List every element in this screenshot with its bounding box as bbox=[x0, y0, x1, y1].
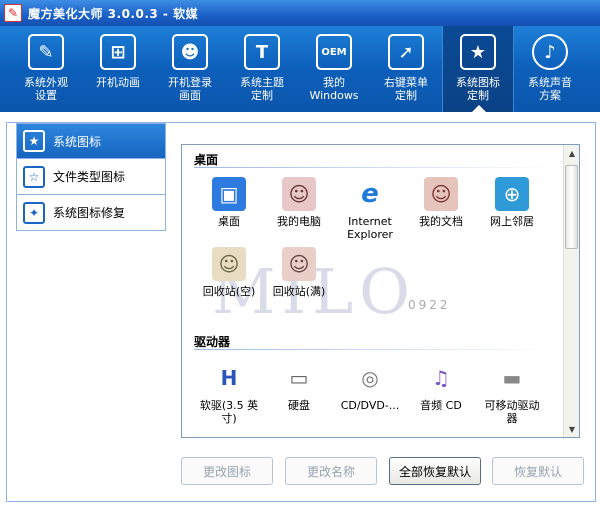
icon-item-my-documents[interactable]: ☺ 我的文档 bbox=[406, 177, 476, 228]
restore-all-button[interactable]: 全部恢复默认 bbox=[389, 457, 481, 485]
wrench-icon: ✦ bbox=[23, 201, 45, 224]
vertical-scrollbar[interactable]: ▲ ▼ bbox=[563, 145, 579, 437]
tool-label: 右键菜单 定制 bbox=[384, 76, 428, 102]
section-divider bbox=[194, 349, 554, 350]
icon-item-cd-dvd[interactable]: ◎ CD/DVD-... bbox=[335, 361, 405, 412]
item-label: 硬盘 bbox=[288, 399, 310, 412]
nav-item-system-icons[interactable]: ★ 系统图标 bbox=[16, 123, 166, 159]
item-label: 回收站(满) bbox=[272, 285, 326, 298]
tool-label: 系统外观 设置 bbox=[24, 76, 68, 102]
item-label: 我的文档 bbox=[419, 215, 463, 228]
tool-context-menu[interactable]: ➚ 右键菜单 定制 bbox=[370, 26, 442, 112]
tool-label: 系统图标 定制 bbox=[456, 76, 500, 102]
nav-item-label: 系统图标修复 bbox=[53, 206, 126, 220]
star-file-icon: ☆ bbox=[23, 165, 45, 188]
network-computer-icon: ⊕ bbox=[495, 177, 529, 211]
cd-drive-icon: ◎ bbox=[361, 366, 379, 390]
icon-item-internet-explorer[interactable]: e Internet Explorer bbox=[335, 177, 405, 241]
main-toolbar: ✎ 系统外观 设置 ⊞ 开机动画 ☻ 开机登录 画面 T 系统主题 定制 OEM… bbox=[0, 26, 600, 113]
tool-appearance[interactable]: ✎ 系统外观 设置 bbox=[10, 26, 82, 112]
tool-label: 系统主题 定制 bbox=[240, 76, 284, 102]
tshirt-icon: T bbox=[244, 34, 280, 70]
title-bar: ✎ 魔方美化大师 3.0.0.3 - 软媒 bbox=[0, 0, 600, 26]
tool-sound-scheme[interactable]: ♪ 系统声音 方案 bbox=[514, 26, 586, 112]
change-name-button[interactable]: 更改名称 bbox=[285, 457, 377, 485]
side-nav: ★ 系统图标 ☆ 文件类型图标 ✦ 系统图标修复 bbox=[16, 123, 166, 231]
removable-drive-icon: ▬ bbox=[502, 366, 522, 390]
section-divider bbox=[194, 167, 554, 168]
item-label: 回收站(空) bbox=[202, 285, 256, 298]
ie-icon: e bbox=[361, 179, 379, 209]
icon-item-hard-disk[interactable]: ▭ 硬盘 bbox=[264, 361, 334, 412]
tool-label: 我的 Windows bbox=[309, 76, 359, 102]
nav-item-label: 系统图标 bbox=[53, 134, 102, 149]
item-label: Internet Explorer bbox=[347, 215, 393, 241]
icon-item-network[interactable]: ⊕ 网上邻居 bbox=[477, 177, 547, 228]
audio-cd-icon: ♫ bbox=[432, 366, 450, 390]
item-label: 桌面 bbox=[218, 215, 240, 228]
anime-avatar-icon: ☺ bbox=[212, 247, 246, 281]
anime-avatar-icon: ☺ bbox=[282, 247, 316, 281]
restore-default-button[interactable]: 恢复默认 bbox=[492, 457, 584, 485]
icon-item-floppy[interactable]: H 软驱(3.5 英 寸) bbox=[194, 361, 264, 425]
tool-theme[interactable]: T 系统主题 定制 bbox=[226, 26, 298, 112]
anime-avatar-icon: ☺ bbox=[282, 177, 316, 211]
change-icon-button[interactable]: 更改图标 bbox=[181, 457, 273, 485]
item-label: 音频 CD bbox=[420, 399, 462, 412]
user-portrait-icon: ☻ bbox=[172, 34, 208, 70]
windows-logo-icon: ⊞ bbox=[100, 34, 136, 70]
item-label: 可移动驱动 器 bbox=[484, 399, 540, 425]
tool-label: 开机动画 bbox=[96, 76, 140, 89]
tool-label: 系统声音 方案 bbox=[528, 76, 572, 102]
section-title-desktop: 桌面 bbox=[194, 153, 219, 167]
window-title: 魔方美化大师 3.0.0.3 - 软媒 bbox=[28, 6, 199, 21]
music-note-icon: ♪ bbox=[532, 34, 568, 70]
icon-item-desktop[interactable]: ▣ 桌面 bbox=[194, 177, 264, 228]
icon-item-recycle-full[interactable]: ☺ 回收站(满) bbox=[264, 247, 334, 298]
icon-item-removable[interactable]: ▬ 可移动驱动 器 bbox=[477, 361, 547, 425]
floppy-drive-icon: H bbox=[220, 366, 238, 390]
anime-avatar-icon: ☺ bbox=[424, 177, 458, 211]
nav-item-label: 文件类型图标 bbox=[53, 170, 126, 184]
icon-item-recycle-empty[interactable]: ☺ 回收站(空) bbox=[194, 247, 264, 298]
icon-item-my-computer[interactable]: ☺ 我的电脑 bbox=[264, 177, 334, 228]
section-title-drives: 驱动器 bbox=[194, 335, 231, 349]
star-frame-icon: ★ bbox=[460, 34, 496, 70]
star-frame-icon: ★ bbox=[23, 130, 45, 152]
tool-system-icons[interactable]: ★ 系统图标 定制 bbox=[442, 26, 514, 113]
icon-item-audio-cd[interactable]: ♫ 音频 CD bbox=[406, 361, 476, 412]
cube-app-icon: ✎ bbox=[4, 4, 22, 22]
item-label: 我的电脑 bbox=[277, 215, 321, 228]
desktop-icon: ▣ bbox=[212, 177, 246, 211]
hard-disk-icon: ▭ bbox=[289, 366, 309, 390]
icon-list-panel: MILO 0922 桌面 ▣ 桌面 ☺ 我的电脑 e Internet Expl… bbox=[181, 144, 580, 438]
tool-my-windows[interactable]: OEM 我的 Windows bbox=[298, 26, 370, 112]
tool-label: 开机登录 画面 bbox=[168, 76, 212, 102]
tool-boot-animation[interactable]: ⊞ 开机动画 bbox=[82, 26, 154, 112]
scroll-thumb[interactable] bbox=[565, 165, 578, 249]
brush-icon: ✎ bbox=[28, 34, 64, 70]
scroll-up-icon[interactable]: ▲ bbox=[564, 145, 579, 161]
oem-icon: OEM bbox=[316, 34, 352, 70]
watermark-sub: 0922 bbox=[408, 298, 451, 312]
item-label: 网上邻居 bbox=[490, 215, 534, 228]
item-label: 软驱(3.5 英 寸) bbox=[199, 399, 259, 425]
scroll-down-icon[interactable]: ▼ bbox=[564, 421, 579, 437]
item-label: CD/DVD-... bbox=[340, 399, 400, 412]
tool-logon-screen[interactable]: ☻ 开机登录 画面 bbox=[154, 26, 226, 112]
nav-item-icon-repair[interactable]: ✦ 系统图标修复 bbox=[16, 195, 166, 231]
nav-item-file-type-icons[interactable]: ☆ 文件类型图标 bbox=[16, 159, 166, 195]
cursor-icon: ➚ bbox=[388, 34, 424, 70]
